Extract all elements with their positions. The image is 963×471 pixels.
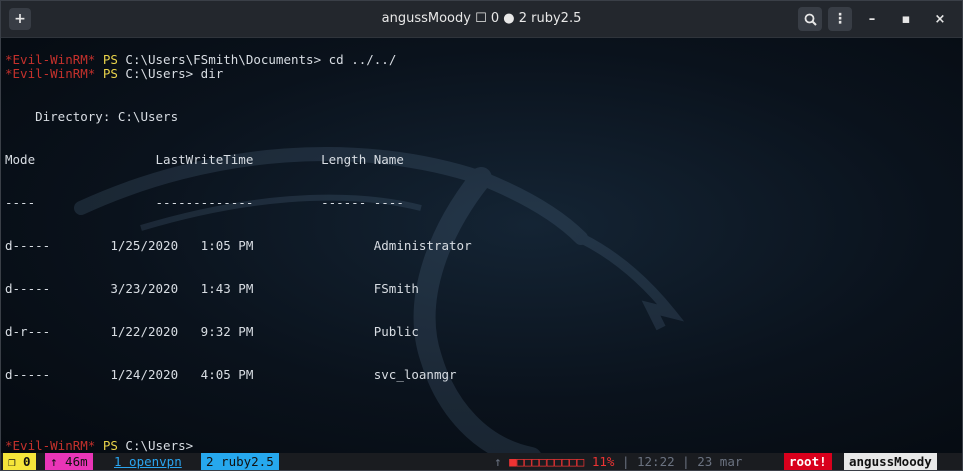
terminal-window: + angussMoody ☐ 0 ● 2 ruby2.5 ⋮ – ▪ × *E…: [0, 0, 963, 471]
prompt-ps: PS: [95, 52, 126, 67]
prompt-shell: *Evil-WinRM*: [5, 52, 96, 67]
close-button[interactable]: ×: [926, 7, 954, 31]
command-text: dir: [193, 66, 224, 81]
title-bar: + angussMoody ☐ 0 ● 2 ruby2.5 ⋮ – ▪ ×: [1, 1, 962, 38]
listing-row: d----- 1/24/2020 4:05 PM svc_loanmgr: [5, 367, 457, 382]
clock-time: 12:22: [637, 454, 675, 469]
tmux-status-bar: ❐ 0 ↑ 46m 1 openvpn 2 ruby2.5 ↑ ■□□□□□□□…: [1, 453, 962, 470]
prompt-shell: *Evil-WinRM*: [5, 66, 96, 81]
upload-indicator: ↑: [494, 454, 510, 469]
listing-row: d-r--- 1/22/2020 9:32 PM Public: [5, 324, 419, 339]
listing-separator: ---- ------------- ------ ----: [5, 195, 404, 210]
search-icon: [804, 13, 817, 26]
status-right: ↑ ■□□□□□□□□□ 11% | 12:22 | 23 mar: [489, 453, 747, 470]
listing-row: d----- 1/25/2020 1:05 PM Administrator: [5, 238, 472, 253]
prompt-path: C:\Users>: [125, 438, 194, 453]
window-tab-ruby[interactable]: 2 ruby2.5: [201, 453, 279, 470]
prompt-path: C:\Users>: [125, 66, 194, 81]
menu-button[interactable]: ⋮: [828, 7, 852, 31]
status-separator: |: [674, 454, 698, 469]
prompt-ps: PS: [95, 438, 126, 453]
clock-date: 23 mar: [697, 454, 743, 469]
kebab-menu-icon: ⋮: [833, 11, 847, 27]
root-badge: root!: [784, 453, 832, 470]
maximize-icon: ▪: [901, 11, 911, 27]
status-separator: |: [614, 454, 637, 469]
user-badge: angussMoody: [844, 453, 937, 470]
listing-row: d----- 3/23/2020 1:43 PM FSmith: [5, 281, 419, 296]
minimize-icon: –: [868, 11, 876, 27]
terminal-line: *Evil-WinRM* PS C:\Users>: [5, 438, 193, 453]
minimize-button[interactable]: –: [858, 7, 886, 31]
uptime-indicator: ↑ 46m: [45, 453, 93, 470]
search-button[interactable]: [798, 7, 822, 31]
listing-header: Mode LastWriteTime Length Name: [5, 152, 404, 167]
close-icon: ×: [934, 11, 946, 27]
window-tab-openvpn[interactable]: 1 openvpn: [109, 453, 187, 470]
prompt-ps: PS: [95, 66, 126, 81]
maximize-button[interactable]: ▪: [892, 7, 920, 31]
terminal-line: *Evil-WinRM* PS C:\Users\FSmith\Document…: [5, 52, 396, 67]
session-indicator[interactable]: ❐ 0: [3, 453, 36, 470]
command-text: cd ../../: [321, 52, 397, 67]
terminal-output[interactable]: *Evil-WinRM* PS C:\Users\FSmith\Document…: [1, 38, 962, 453]
battery-indicator: ■□□□□□□□□□ 11%: [509, 454, 615, 469]
directory-label: Directory: C:\Users: [5, 109, 179, 124]
prompt-path: C:\Users\FSmith\Documents>: [125, 52, 322, 67]
prompt-shell: *Evil-WinRM*: [5, 438, 96, 453]
terminal-line: *Evil-WinRM* PS C:\Users> dir: [5, 66, 223, 81]
